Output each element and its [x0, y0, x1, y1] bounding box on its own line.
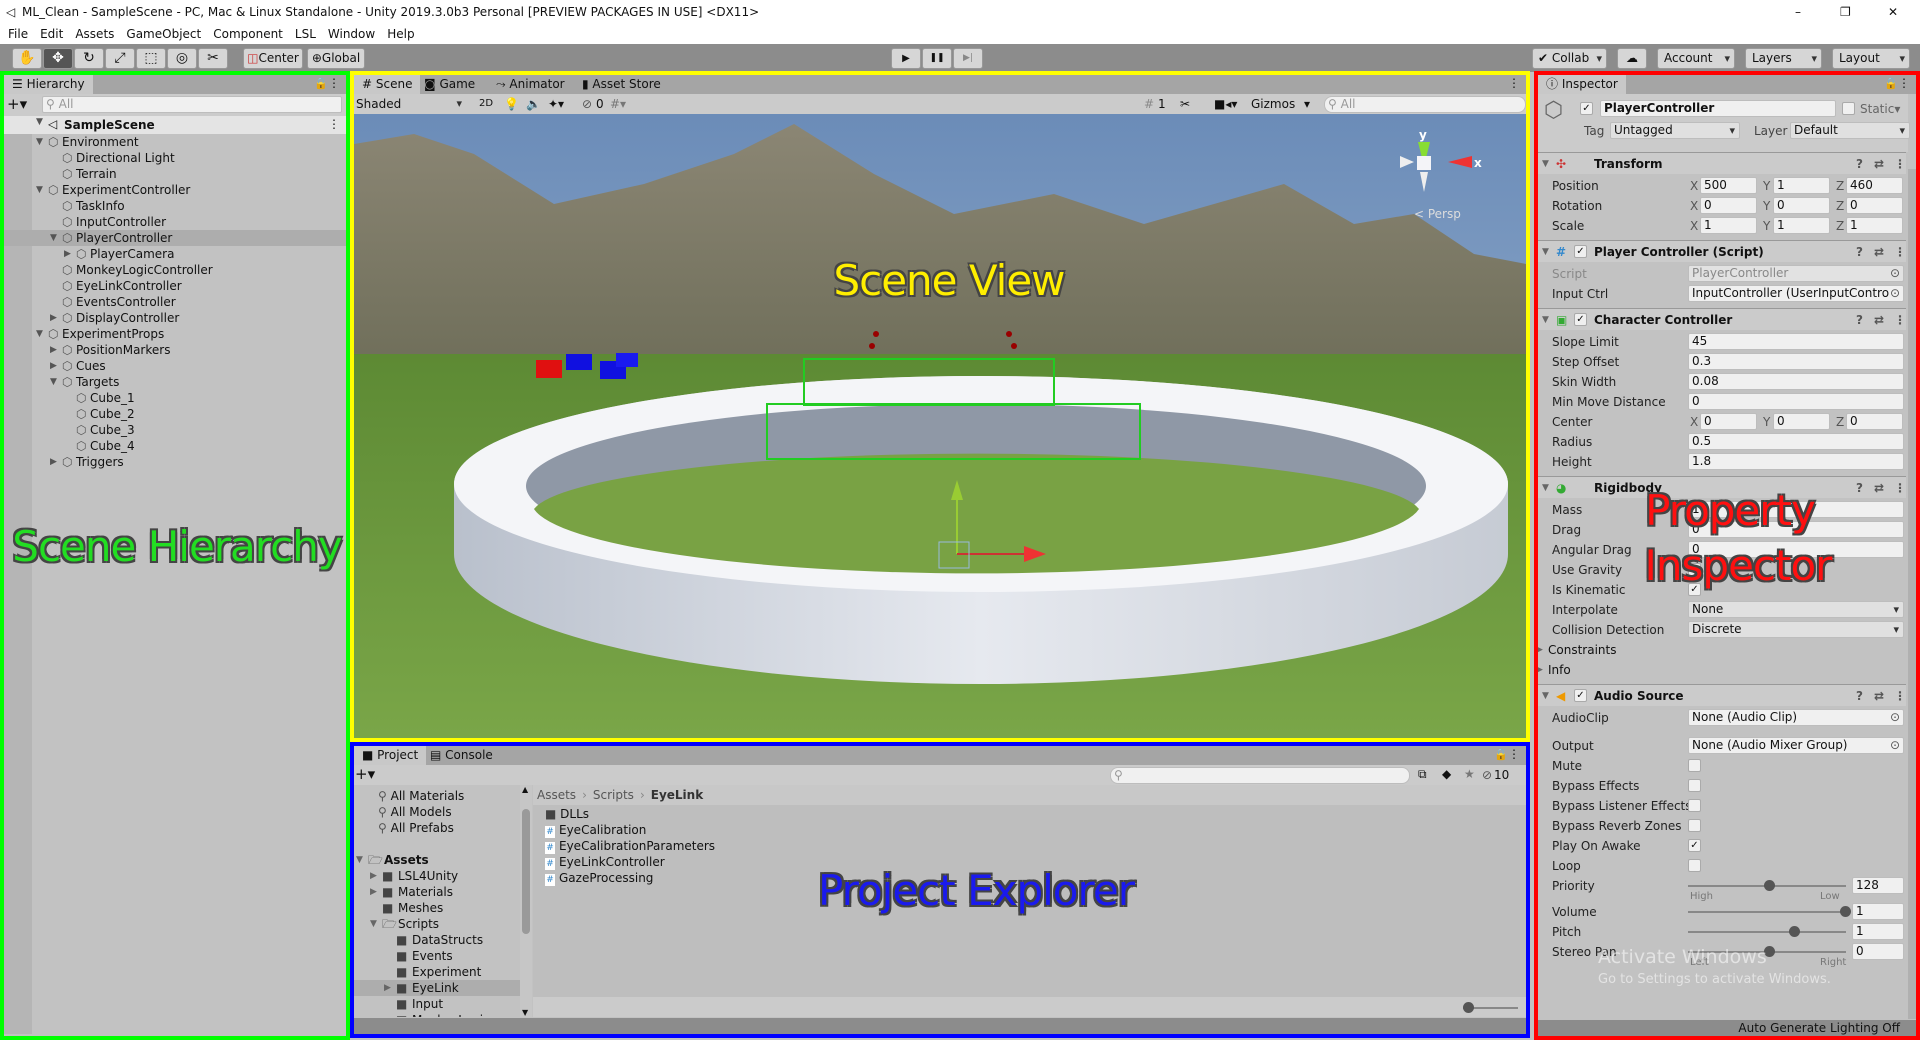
collab-dropdown[interactable]: ✔ Collab [1532, 48, 1607, 69]
activate-windows-subtitle: Go to Settings to activate Windows. [1598, 972, 1831, 987]
layout-dropdown[interactable]: Layout [1832, 48, 1910, 69]
close-button[interactable]: ✕ [1888, 0, 1898, 24]
custom-tool-icon: ✂ [207, 50, 219, 66]
main-toolbar: ✋ ✥ ↻ ⤢ ⬚ ◎ ✂ ◫Center ⊕Global ▶ ❚❚ ▶| ✔ Collab… [0, 44, 1920, 72]
custom-tool-tool-button[interactable]: ✂ [198, 48, 228, 69]
rotate-icon: ↻ [83, 50, 95, 66]
pivot-label: Center [258, 51, 299, 65]
hand-tool-button[interactable]: ✋ [12, 48, 42, 69]
annotation-project: Project Explorer [818, 866, 1135, 915]
maximize-button[interactable]: ❐ [1840, 0, 1851, 24]
annotation-inspector-line2: Inspector [1644, 541, 1833, 590]
cloud-icon: ☁ [1626, 51, 1638, 65]
rect-tool-button[interactable]: ⬚ [136, 48, 166, 69]
layers-dropdown[interactable]: Layers [1745, 48, 1822, 69]
window-title: ML_Clean - SampleScene - PC, Mac & Linux… [22, 5, 760, 19]
transform-tool-button[interactable]: ◎ [167, 48, 197, 69]
play-button[interactable]: ▶ [891, 48, 921, 69]
scale-tool-button[interactable]: ⤢ [105, 48, 135, 69]
rect-icon: ⬚ [144, 50, 158, 66]
menu-window[interactable]: Window [328, 27, 375, 41]
menu-gameobject[interactable]: GameObject [126, 27, 201, 41]
menu-file[interactable]: File [8, 27, 28, 41]
unity-logo-icon: ◁ [6, 5, 16, 19]
menu-help[interactable]: Help [387, 27, 414, 41]
move-icon: ✥ [52, 50, 64, 66]
menu-component[interactable]: Component [213, 27, 283, 41]
title-bar: ◁ ML_Clean - SampleScene - PC, Mac & Lin… [0, 0, 1920, 24]
collab-label: Collab [1551, 51, 1590, 65]
scale-icon: ⤢ [114, 50, 126, 66]
menu-edit[interactable]: Edit [40, 27, 63, 41]
transform-icon: ◎ [175, 50, 189, 66]
rotate-tool-button[interactable]: ↻ [74, 48, 104, 69]
activate-windows-watermark: Activate Windows [1598, 946, 1767, 968]
menu-lsl[interactable]: LSL [295, 27, 316, 41]
account-dropdown[interactable]: Account [1657, 48, 1735, 69]
hand-icon: ✋ [18, 50, 36, 66]
globe-icon: ⊕ [311, 51, 322, 65]
space-label: Global [321, 51, 361, 65]
annotation-inspector-line1: Property [1645, 486, 1816, 535]
cloud-button[interactable]: ☁ [1617, 48, 1647, 69]
pause-button[interactable]: ❚❚ [922, 48, 952, 69]
annotation-hierarchy: Scene Hierarchy [12, 522, 342, 571]
menu-assets[interactable]: Assets [75, 27, 114, 41]
menu-bar: File Edit Assets GameObject Component LSL Wind… [0, 24, 1920, 44]
pivot-center-button[interactable]: ◫Center [243, 48, 303, 69]
scene-highlight-frame [350, 71, 1530, 742]
minimize-button[interactable]: – [1795, 0, 1801, 24]
step-button[interactable]: ▶| [953, 48, 983, 69]
global-space-button[interactable]: ⊕Global [307, 48, 365, 69]
move-tool-button[interactable]: ✥ [43, 48, 73, 69]
annotation-scene: Scene View [833, 256, 1065, 305]
